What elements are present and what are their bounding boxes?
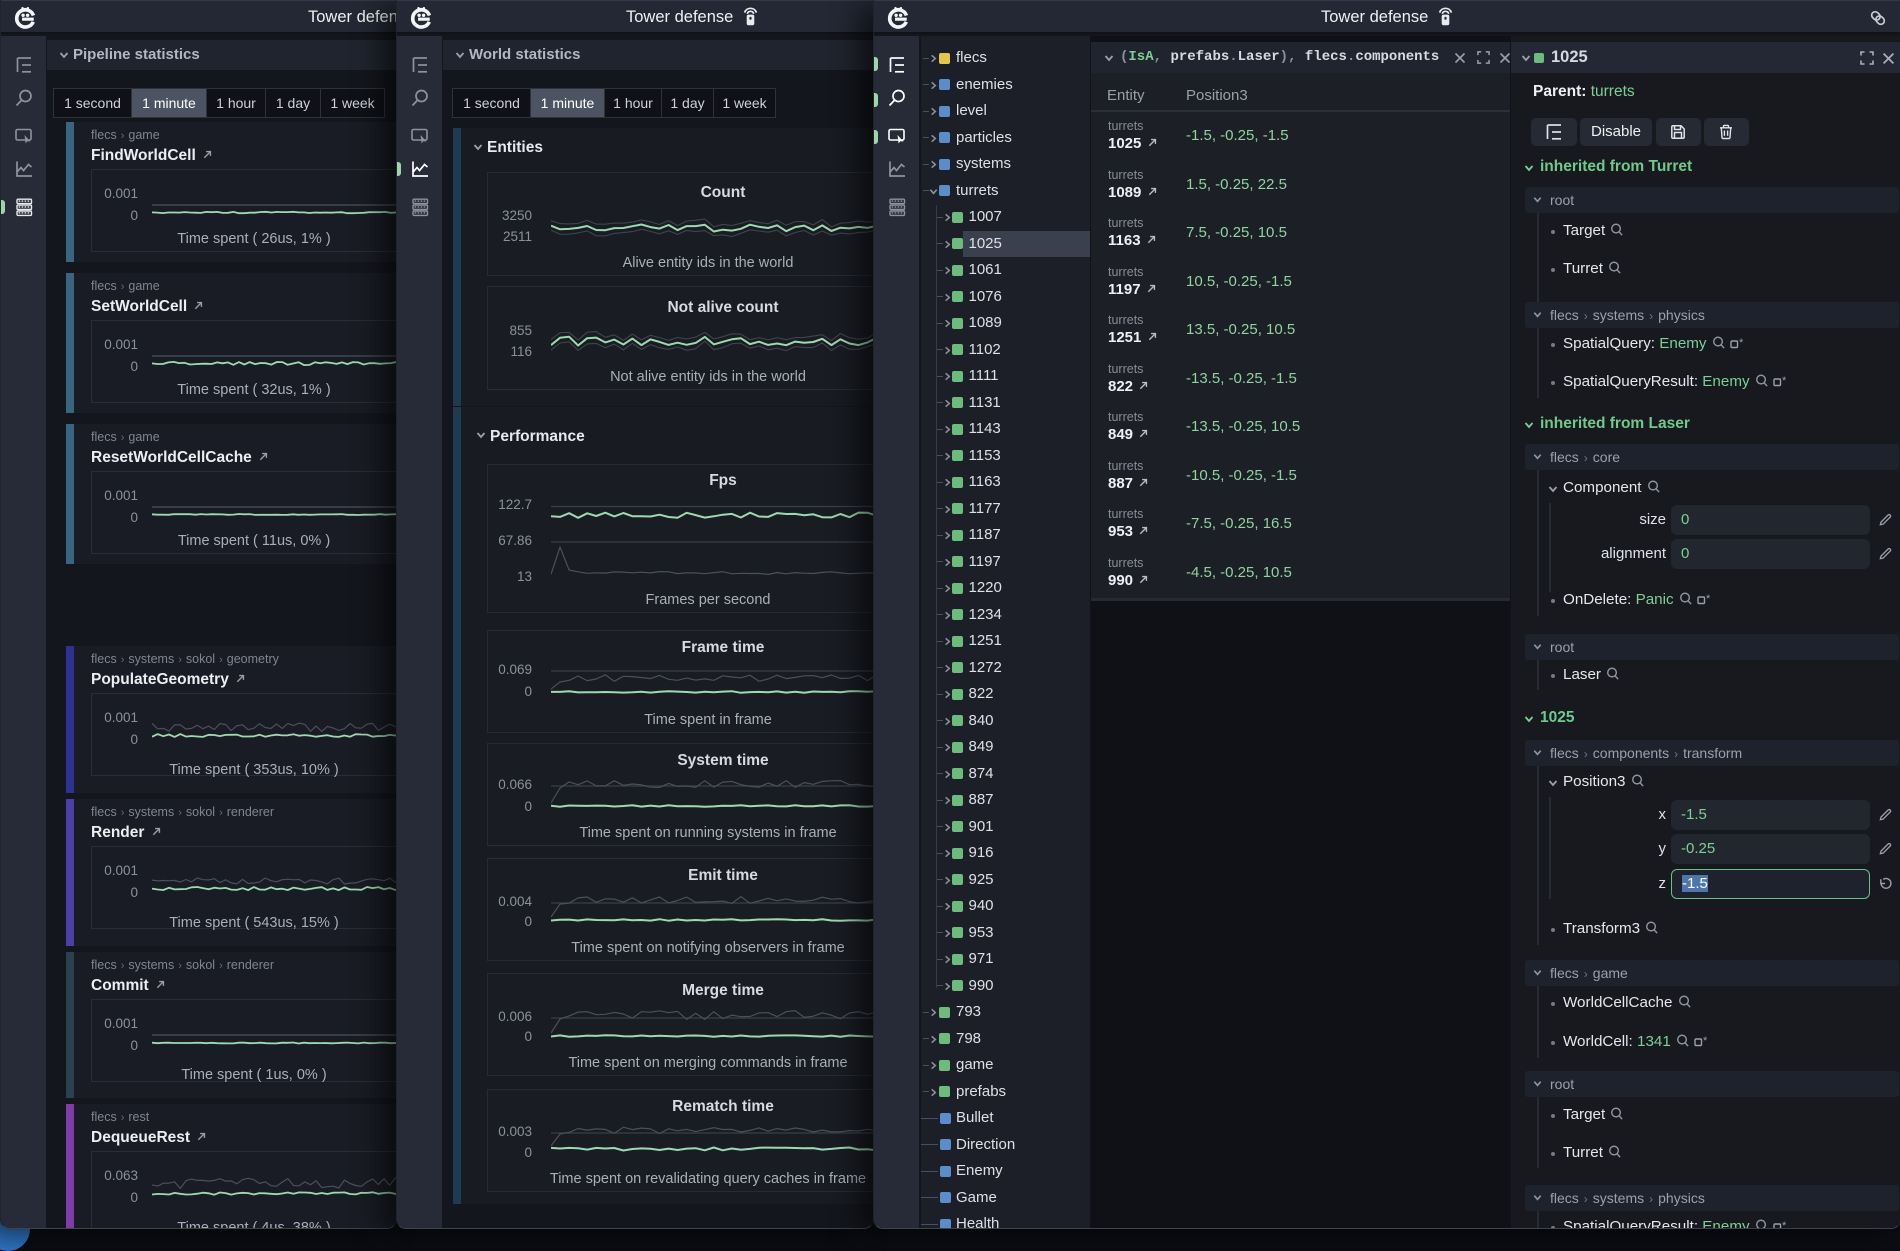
svg-text:*: *	[1703, 1035, 1708, 1047]
svg-text:*: *	[1739, 337, 1744, 349]
svg-text:*: *	[1782, 375, 1787, 387]
svg-text:*: *	[1706, 593, 1711, 605]
svg-text:*: *	[1782, 1220, 1787, 1228]
